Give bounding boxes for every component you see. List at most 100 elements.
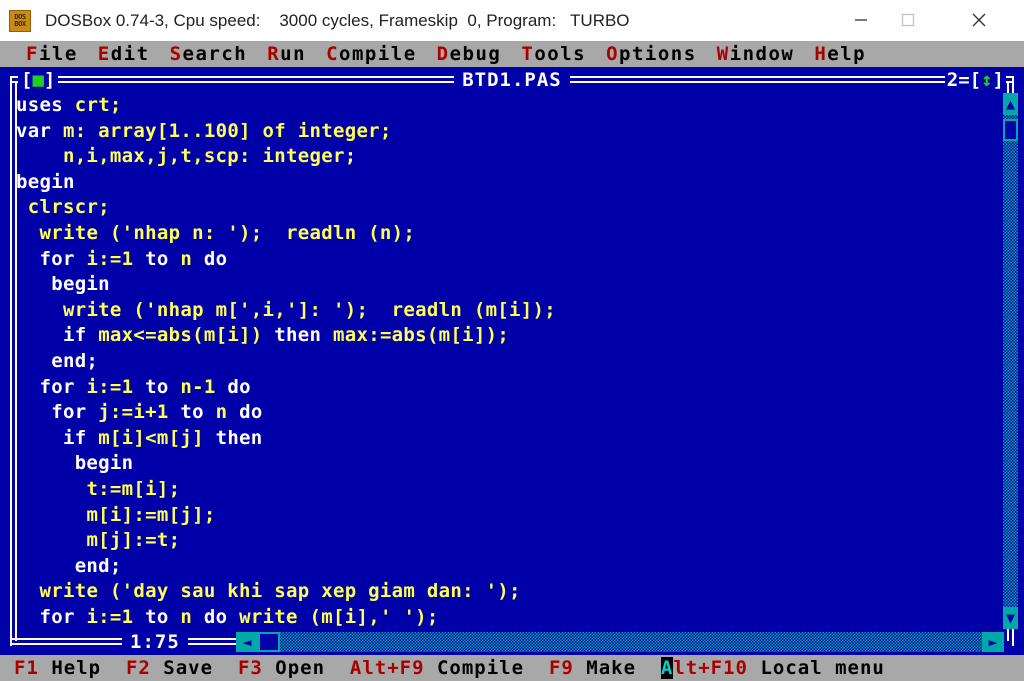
code-token: i:=1 [86, 375, 134, 398]
menu-hotkey-letter: O [606, 43, 620, 65]
menu-item-options[interactable]: Options [596, 41, 707, 67]
editor-filename: BTD1.PAS [454, 69, 570, 91]
menu-label-rest: un [280, 43, 307, 65]
menu-item-help[interactable]: Help [804, 41, 876, 67]
maximize-button[interactable] [885, 0, 931, 40]
scroll-up-arrow-icon[interactable]: ▲ [1003, 93, 1018, 115]
code-token: do [227, 401, 263, 424]
menu-item-debug[interactable]: Debug [427, 41, 512, 67]
scroll-left-arrow-icon[interactable]: ◄ [236, 632, 258, 652]
cursor-position-indicator: 1:75 [122, 629, 188, 655]
vertical-scrollbar[interactable]: ▲ ▼ [1003, 93, 1018, 655]
code-token: n,i,max,j,t,scp: integer; [16, 145, 357, 168]
code-token: n [215, 401, 228, 424]
maximize-icon [901, 13, 915, 27]
fkey-f9[interactable]: F9 [549, 657, 574, 679]
menu-hotkey-letter: T [521, 43, 535, 65]
code-token: for [16, 247, 87, 270]
menu-hotkey-letter: D [436, 43, 450, 65]
menu-label-rest: ools [534, 43, 587, 65]
fkey-label-rest: lt+F10 [673, 657, 748, 679]
menu-label-rest: indow [729, 43, 795, 65]
menu-item-window[interactable]: Window [707, 41, 805, 67]
function-key-bar-inner: F1 Help F2 Save F3 Open Alt+F9 Compile F… [0, 657, 885, 679]
fkey-f2[interactable]: F2 [126, 657, 151, 679]
code-line: end; [16, 349, 996, 375]
code-token: to [133, 375, 181, 398]
horizontal-scroll-track[interactable] [236, 632, 1004, 652]
scroll-down-arrow-icon[interactable]: ▼ [1003, 607, 1018, 629]
minimize-button[interactable] [838, 0, 884, 40]
vertical-scroll-track[interactable] [1003, 115, 1018, 607]
editor-statusbar: 1:75 ◄ ► [4, 629, 1020, 655]
code-line: if max<=abs(m[i]) then max:=abs(m[i]); [16, 323, 996, 349]
menu-label-rest: ompile [339, 43, 417, 65]
menu-hotkey-letter: E [97, 43, 111, 65]
code-token: m[i]:=m[j]; [86, 503, 216, 526]
code-token: if [16, 426, 99, 449]
menu-hotkey-letter: W [716, 43, 730, 65]
menu-label-rest: elp [827, 43, 867, 65]
menu-item-file[interactable]: File [16, 41, 88, 67]
editor-titlebar: [■] BTD1.PAS 2=[↕] [4, 67, 1020, 93]
code-token: for [16, 401, 99, 424]
menu-label-rest: ile [38, 43, 78, 65]
menu-label-rest: ebug [449, 43, 502, 65]
fkey-f3[interactable]: F3 [238, 657, 263, 679]
scroll-right-arrow-icon[interactable]: ► [982, 632, 1004, 652]
fkey-alt-f10[interactable]: Alt+F10 [660, 657, 748, 679]
code-token: var [16, 119, 52, 142]
fkey-f1[interactable]: F1 [14, 657, 39, 679]
code-token: end; [16, 349, 99, 372]
code-line: m[j]:=t; [16, 528, 996, 554]
code-line: begin [16, 170, 996, 196]
code-token: write ('nhap n: '); readln (n); [39, 221, 416, 244]
fkey-action-label[interactable]: Help [39, 657, 126, 679]
fkey-action-label[interactable]: Local menu [748, 657, 885, 679]
code-token: t:=m[i]; [86, 477, 181, 500]
menu-item-edit[interactable]: Edit [88, 41, 160, 67]
code-token: n [180, 247, 193, 270]
code-token: uses [16, 94, 63, 116]
fkey-action-label[interactable]: Save [151, 657, 238, 679]
vertical-scroll-thumb[interactable] [1003, 119, 1018, 141]
menu-item-search[interactable]: Search [160, 41, 258, 67]
code-line: write ('nhap n: '); readln (n); [16, 221, 996, 247]
code-token: do [215, 375, 251, 398]
menu-hotkey-letter: F [26, 43, 39, 65]
horizontal-scrollbar[interactable]: ◄ ► [236, 632, 1004, 652]
code-token: max<=abs(m[i]) [98, 324, 263, 347]
code-editor-text[interactable]: uses crt; var m: array[1..100] of integer… [16, 93, 996, 629]
text-cursor-block: A [660, 657, 674, 679]
code-token: i:=1 [86, 247, 134, 270]
code-token: crt; [74, 94, 122, 116]
menu-item-compile[interactable]: Compile [316, 41, 427, 67]
editor-filename-title: BTD1.PAS [4, 67, 1020, 93]
editor-window-number-box[interactable]: 2=[↕] [944, 67, 1006, 93]
code-line: n,i,max,j,t,scp: integer; [16, 144, 996, 170]
code-token: end; [16, 554, 122, 577]
fkey-alt-f9[interactable]: Alt+F9 [350, 657, 425, 679]
code-token: then [262, 324, 333, 347]
fkey-action-label[interactable]: Compile [425, 657, 549, 679]
close-icon [972, 13, 986, 27]
fkey-action-label[interactable]: Make [574, 657, 661, 679]
menu-item-tools[interactable]: Tools [511, 41, 596, 67]
code-token: m: array[1..100] of integer; [62, 119, 392, 142]
horizontal-scroll-thumb[interactable] [258, 632, 280, 652]
code-token: write ('day sau khi sap xep giam dan: ')… [39, 580, 521, 603]
close-button[interactable] [956, 0, 1002, 40]
code-token: n-1 [180, 375, 216, 398]
dosbox-icon-line2: BOX [14, 19, 26, 28]
editor-window-number: 2 [946, 69, 959, 91]
code-token: for [16, 375, 87, 398]
fkey-action-label[interactable]: Open [263, 657, 350, 679]
menu-item-run[interactable]: Run [257, 41, 316, 67]
code-token: do [192, 247, 228, 270]
code-token: m[j]:=t; [86, 529, 181, 552]
code-line: for j:=i+1 to n do [16, 400, 996, 426]
code-token: write ('nhap m[',i,']: '); readln (m[i])… [62, 298, 557, 321]
code-token: do [192, 605, 240, 628]
